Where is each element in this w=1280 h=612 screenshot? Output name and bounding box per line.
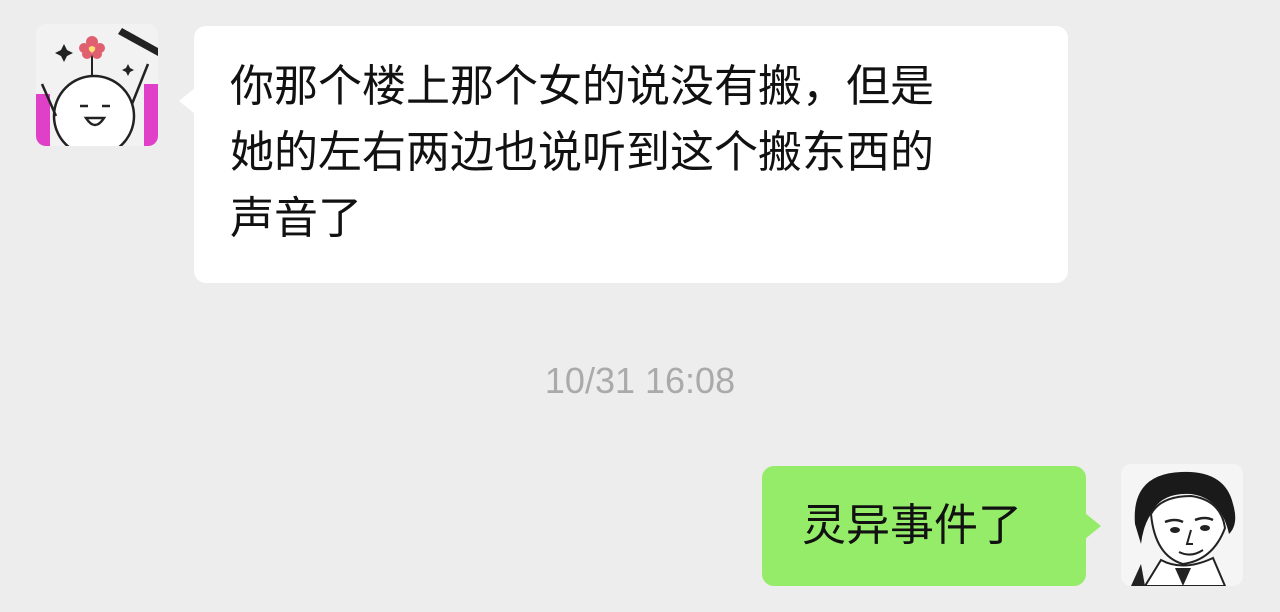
manga-man-portrait-icon	[1121, 464, 1243, 586]
contact-avatar[interactable]	[36, 24, 158, 146]
cartoon-face-with-flower-icon	[36, 24, 158, 146]
message-text: 灵异事件了	[802, 500, 1022, 551]
message-timestamp: 10/31 16:08	[544, 360, 736, 401]
message-line: 她的左右两边也说听到这个搬东西的	[230, 127, 934, 178]
message-line: 声音了	[230, 193, 362, 244]
incoming-message-bubble[interactable]: 你那个楼上那个女的说没有搬，但是 她的左右两边也说听到这个搬东西的 声音了	[179, 26, 1068, 283]
outgoing-message-bubble[interactable]: 灵异事件了	[762, 466, 1101, 586]
self-avatar[interactable]	[1121, 464, 1243, 586]
message-line: 你那个楼上那个女的说没有搬，但是	[230, 61, 934, 112]
